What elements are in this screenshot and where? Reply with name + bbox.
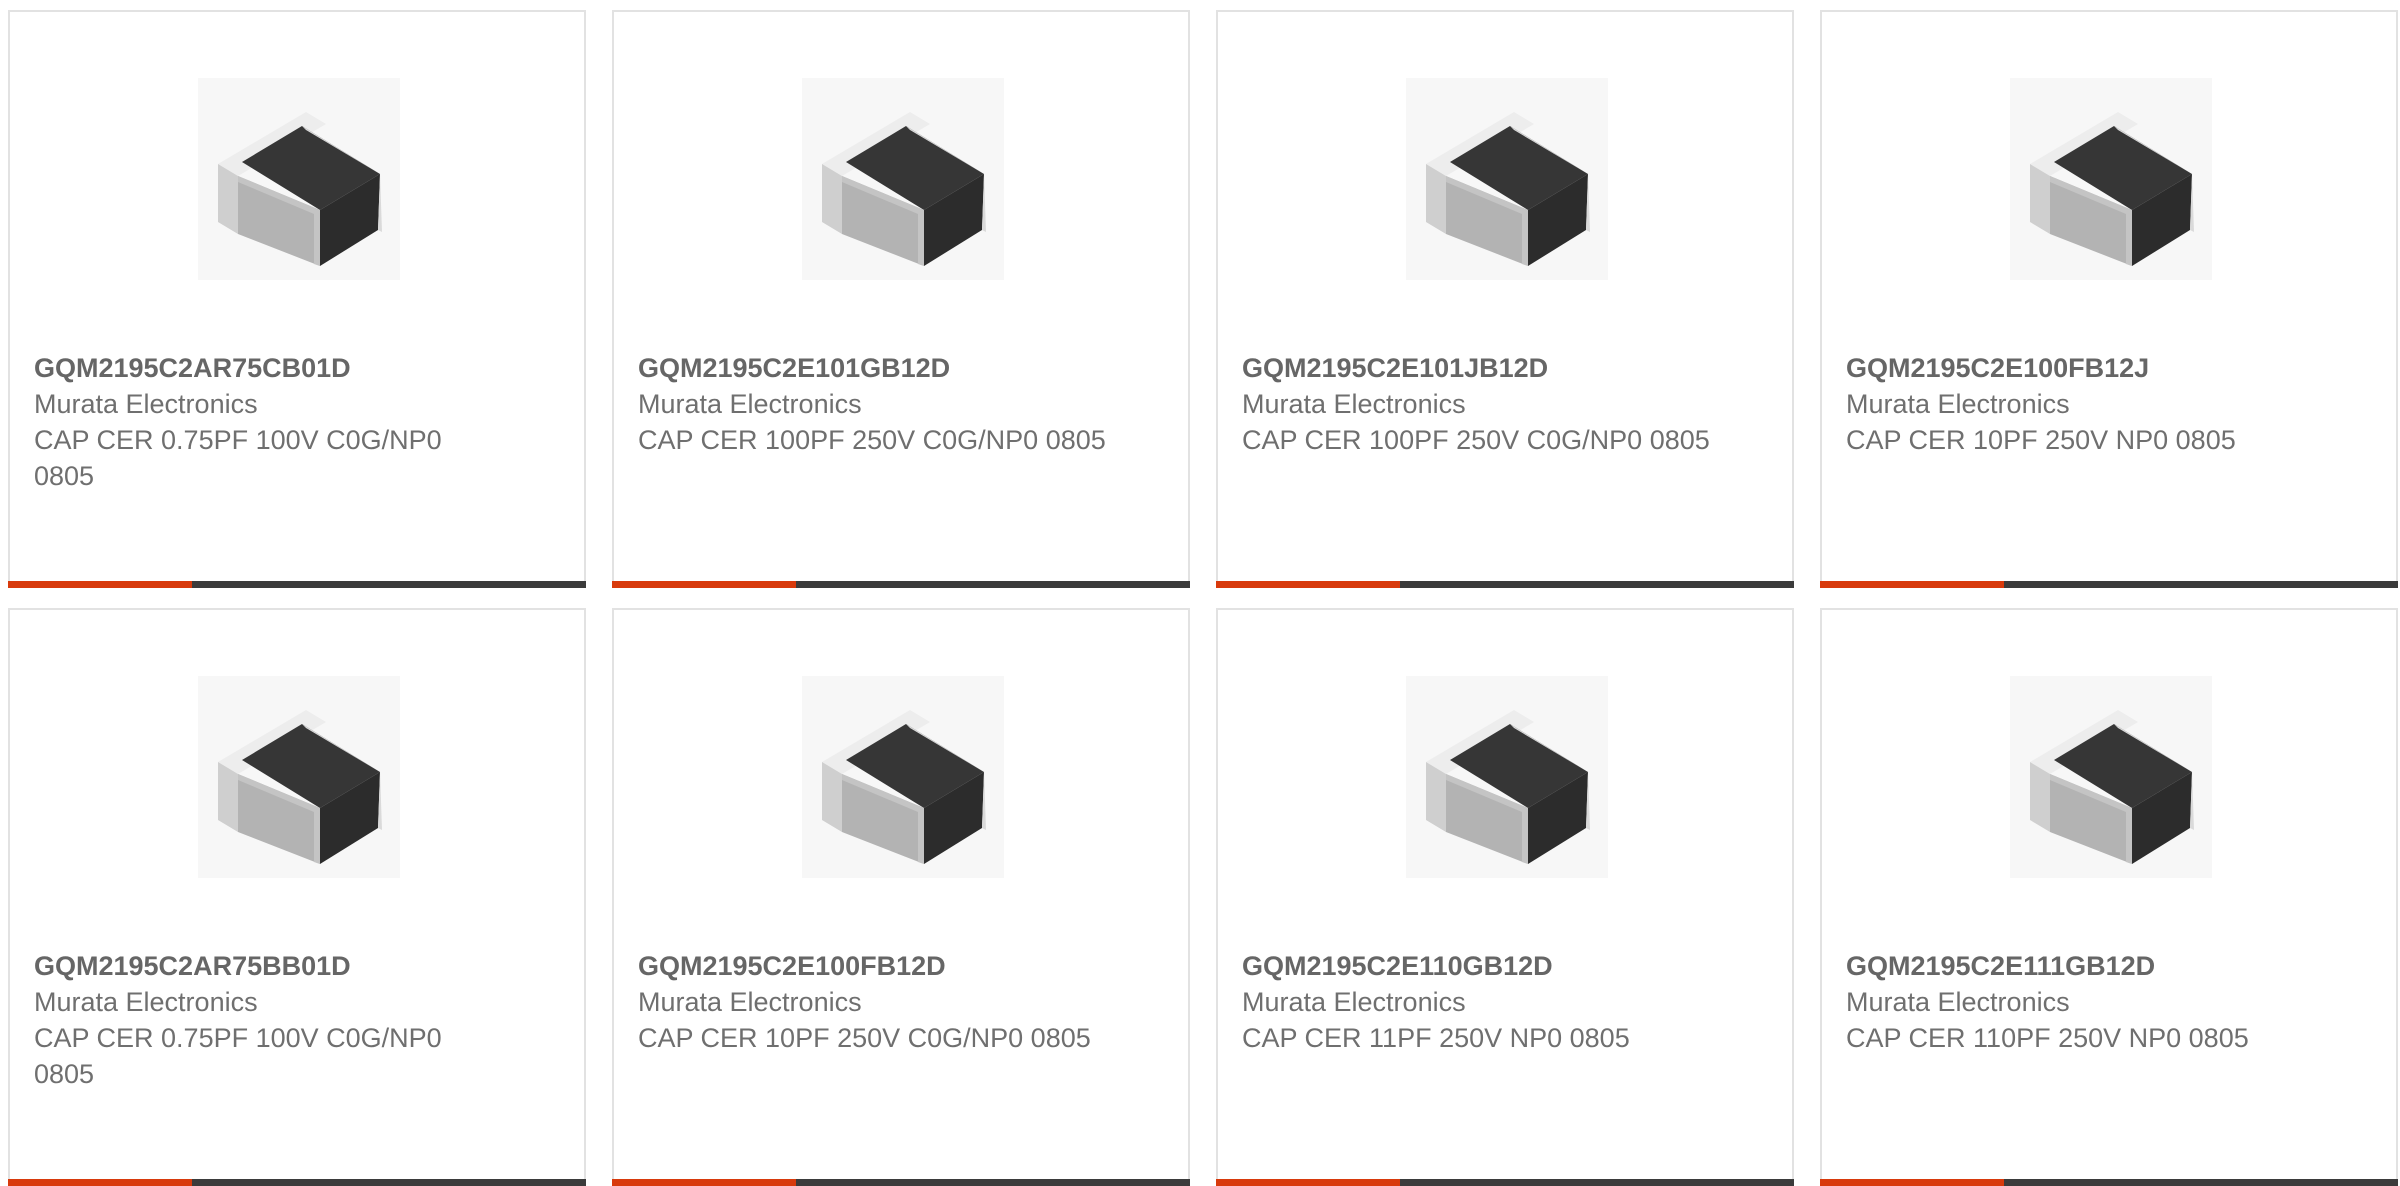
manufacturer-name: Murata Electronics [1242,389,1466,419]
part-number-link[interactable]: GQM2195C2E110GB12D [1242,948,1762,984]
card-footer-bar [1820,581,2398,588]
capacitor-chip-icon [1426,112,1590,266]
card-accent-bar [8,581,192,588]
manufacturer-name: Murata Electronics [34,389,258,419]
manufacturer-name: Murata Electronics [1846,389,2070,419]
product-image[interactable] [802,78,1004,280]
card-accent-bar [8,1179,192,1186]
product-image[interactable] [198,676,400,878]
product-description: CAP CER 10PF 250V NP0 0805 [1846,425,2236,455]
product-info: GQM2195C2E110GB12D Murata Electronics CA… [1242,948,1762,1056]
card-accent-bar [1216,581,1400,588]
product-image[interactable] [2010,676,2212,878]
capacitor-chip-icon [2030,710,2194,864]
capacitor-chip-icon [1426,710,1590,864]
product-info: GQM2195C2E101GB12D Murata Electronics CA… [638,350,1158,458]
product-image[interactable] [802,676,1004,878]
manufacturer-name: Murata Electronics [638,987,862,1017]
manufacturer-name: Murata Electronics [1846,987,2070,1017]
manufacturer-name: Murata Electronics [638,389,862,419]
product-card[interactable]: GQM2195C2AR75BB01D Murata Electronics CA… [8,608,586,1186]
product-description: CAP CER 100PF 250V C0G/NP0 0805 [638,425,1106,455]
product-info: GQM2195C2E100FB12D Murata Electronics CA… [638,948,1158,1056]
product-grid: GQM2195C2AR75CB01D Murata Electronics CA… [8,10,2400,1186]
capacitor-chip-icon [218,710,382,864]
manufacturer-name: Murata Electronics [34,987,258,1017]
product-info: GQM2195C2E111GB12D Murata Electronics CA… [1846,948,2366,1056]
product-description: CAP CER 10PF 250V C0G/NP0 0805 [638,1023,1091,1053]
product-description: CAP CER 11PF 250V NP0 0805 [1242,1023,1630,1053]
part-number-link[interactable]: GQM2195C2AR75BB01D [34,948,554,984]
product-info: GQM2195C2E101JB12D Murata Electronics CA… [1242,350,1762,458]
card-accent-bar [1820,1179,2004,1186]
product-card[interactable]: GQM2195C2E100FB12D Murata Electronics CA… [612,608,1190,1186]
capacitor-chip-icon [218,112,382,266]
capacitor-chip-icon [822,710,986,864]
part-number-link[interactable]: GQM2195C2E100FB12D [638,948,1158,984]
card-footer-bar [8,1179,586,1186]
card-footer-bar [1820,1179,2398,1186]
card-footer-bar [612,581,1190,588]
part-number-link[interactable]: GQM2195C2AR75CB01D [34,350,554,386]
part-number-link[interactable]: GQM2195C2E100FB12J [1846,350,2366,386]
product-info: GQM2195C2E100FB12J Murata Electronics CA… [1846,350,2366,458]
manufacturer-name: Murata Electronics [1242,987,1466,1017]
product-card[interactable]: GQM2195C2E101GB12D Murata Electronics CA… [612,10,1190,588]
capacitor-chip-icon [2030,112,2194,266]
card-footer-bar [612,1179,1190,1186]
part-number-link[interactable]: GQM2195C2E111GB12D [1846,948,2366,984]
product-description: CAP CER 110PF 250V NP0 0805 [1846,1023,2249,1053]
product-description: CAP CER 100PF 250V C0G/NP0 0805 [1242,425,1710,455]
capacitor-chip-icon [822,112,986,266]
product-card[interactable]: GQM2195C2AR75CB01D Murata Electronics CA… [8,10,586,588]
product-info: GQM2195C2AR75CB01D Murata Electronics CA… [34,350,554,494]
card-footer-bar [1216,581,1794,588]
product-card[interactable]: GQM2195C2E110GB12D Murata Electronics CA… [1216,608,1794,1186]
product-description: CAP CER 0.75PF 100V C0G/NP0 0805 [34,425,442,491]
product-description: CAP CER 0.75PF 100V C0G/NP0 0805 [34,1023,442,1089]
card-accent-bar [1820,581,2004,588]
part-number-link[interactable]: GQM2195C2E101GB12D [638,350,1158,386]
part-number-link[interactable]: GQM2195C2E101JB12D [1242,350,1762,386]
card-footer-bar [8,581,586,588]
product-image[interactable] [1406,676,1608,878]
product-image[interactable] [1406,78,1608,280]
card-accent-bar [1216,1179,1400,1186]
product-image[interactable] [198,78,400,280]
product-card[interactable]: GQM2195C2E101JB12D Murata Electronics CA… [1216,10,1794,588]
product-image[interactable] [2010,78,2212,280]
card-accent-bar [612,581,796,588]
product-card[interactable]: GQM2195C2E111GB12D Murata Electronics CA… [1820,608,2398,1186]
product-info: GQM2195C2AR75BB01D Murata Electronics CA… [34,948,554,1092]
card-accent-bar [612,1179,796,1186]
card-footer-bar [1216,1179,1794,1186]
product-card[interactable]: GQM2195C2E100FB12J Murata Electronics CA… [1820,10,2398,588]
